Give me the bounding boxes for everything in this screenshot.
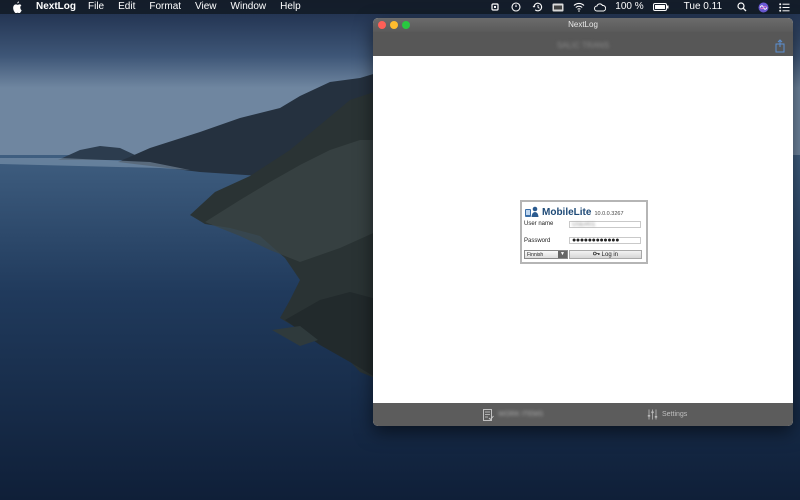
apple-icon[interactable] <box>12 1 26 13</box>
menu-format[interactable]: Format <box>149 0 181 14</box>
window-toolbar: SALIC TRANS <box>373 32 793 56</box>
cloud-icon[interactable] <box>594 2 607 12</box>
mobilelite-logo-icon <box>525 206 539 218</box>
tab-work-items-label: WORK ITEMS <box>498 411 544 418</box>
language-select[interactable]: Finnish ▼ <box>524 250 568 259</box>
main-content: MobileLite 10.0.0.3267 User name USER01 … <box>373 56 793 403</box>
window-title: NextLog <box>568 20 598 29</box>
password-field[interactable]: ●●●●●●●●●●●● <box>569 237 641 244</box>
share-icon[interactable] <box>773 37 787 53</box>
username-label: User name <box>524 221 554 227</box>
wifi-icon[interactable] <box>573 2 585 12</box>
minimize-button[interactable] <box>390 21 398 29</box>
checklist-icon <box>483 408 494 421</box>
menu-clock[interactable]: Tue 0.11 <box>684 0 722 14</box>
close-button[interactable] <box>378 21 386 29</box>
app-window: NextLog SALIC TRANS MobileLite 10.0.0.32… <box>373 18 793 426</box>
login-panel: MobileLite 10.0.0.3267 User name USER01 … <box>520 200 648 264</box>
key-icon <box>592 251 602 258</box>
menu-file[interactable]: File <box>88 0 104 14</box>
menu-bar: NextLog File Edit Format View Window Hel… <box>0 0 800 14</box>
toolbar-title: SALIC TRANS <box>556 41 610 50</box>
traffic-lights <box>378 21 414 29</box>
compass-icon[interactable] <box>510 2 522 12</box>
app-version: 10.0.0.3267 <box>594 211 624 217</box>
menu-edit[interactable]: Edit <box>118 0 135 14</box>
username-field[interactable]: USER01 <box>569 221 641 228</box>
siri-icon[interactable] <box>757 2 769 12</box>
username-value: USER01 <box>572 222 596 228</box>
sliders-icon <box>647 409 658 421</box>
bottom-tab-bar: WORK ITEMS Settings <box>373 403 793 426</box>
menu-app-name[interactable]: NextLog <box>36 0 76 14</box>
login-button[interactable]: Log in <box>569 250 642 259</box>
tab-work-items[interactable]: WORK ITEMS <box>483 403 543 426</box>
battery-percentage[interactable]: 100 % <box>615 0 643 14</box>
menu-window[interactable]: Window <box>231 0 267 14</box>
login-button-label: Log in <box>601 252 619 258</box>
chevron-down-icon: ▼ <box>558 251 567 258</box>
battery-icon[interactable] <box>652 2 669 12</box>
search-icon[interactable] <box>736 2 748 12</box>
menu-help[interactable]: Help <box>280 0 301 14</box>
zoom-button[interactable] <box>402 21 410 29</box>
status-menus: 100 % Tue 0.11 <box>489 0 800 14</box>
login-header: MobileLite 10.0.0.3267 <box>525 206 624 218</box>
window-titlebar[interactable]: NextLog <box>373 18 793 32</box>
cpu-icon[interactable] <box>489 2 501 12</box>
password-value: ●●●●●●●●●●●● <box>572 237 620 244</box>
language-value: Finnish <box>527 252 544 258</box>
display-icon[interactable] <box>552 2 564 12</box>
time-machine-icon[interactable] <box>531 2 543 12</box>
tab-settings-label: Settings <box>662 411 688 418</box>
password-label: Password <box>524 238 551 244</box>
tab-settings[interactable]: Settings <box>647 403 687 426</box>
brand-name: MobileLite <box>542 207 592 218</box>
menu-view[interactable]: View <box>195 0 217 14</box>
notification-center-icon[interactable] <box>778 2 790 12</box>
